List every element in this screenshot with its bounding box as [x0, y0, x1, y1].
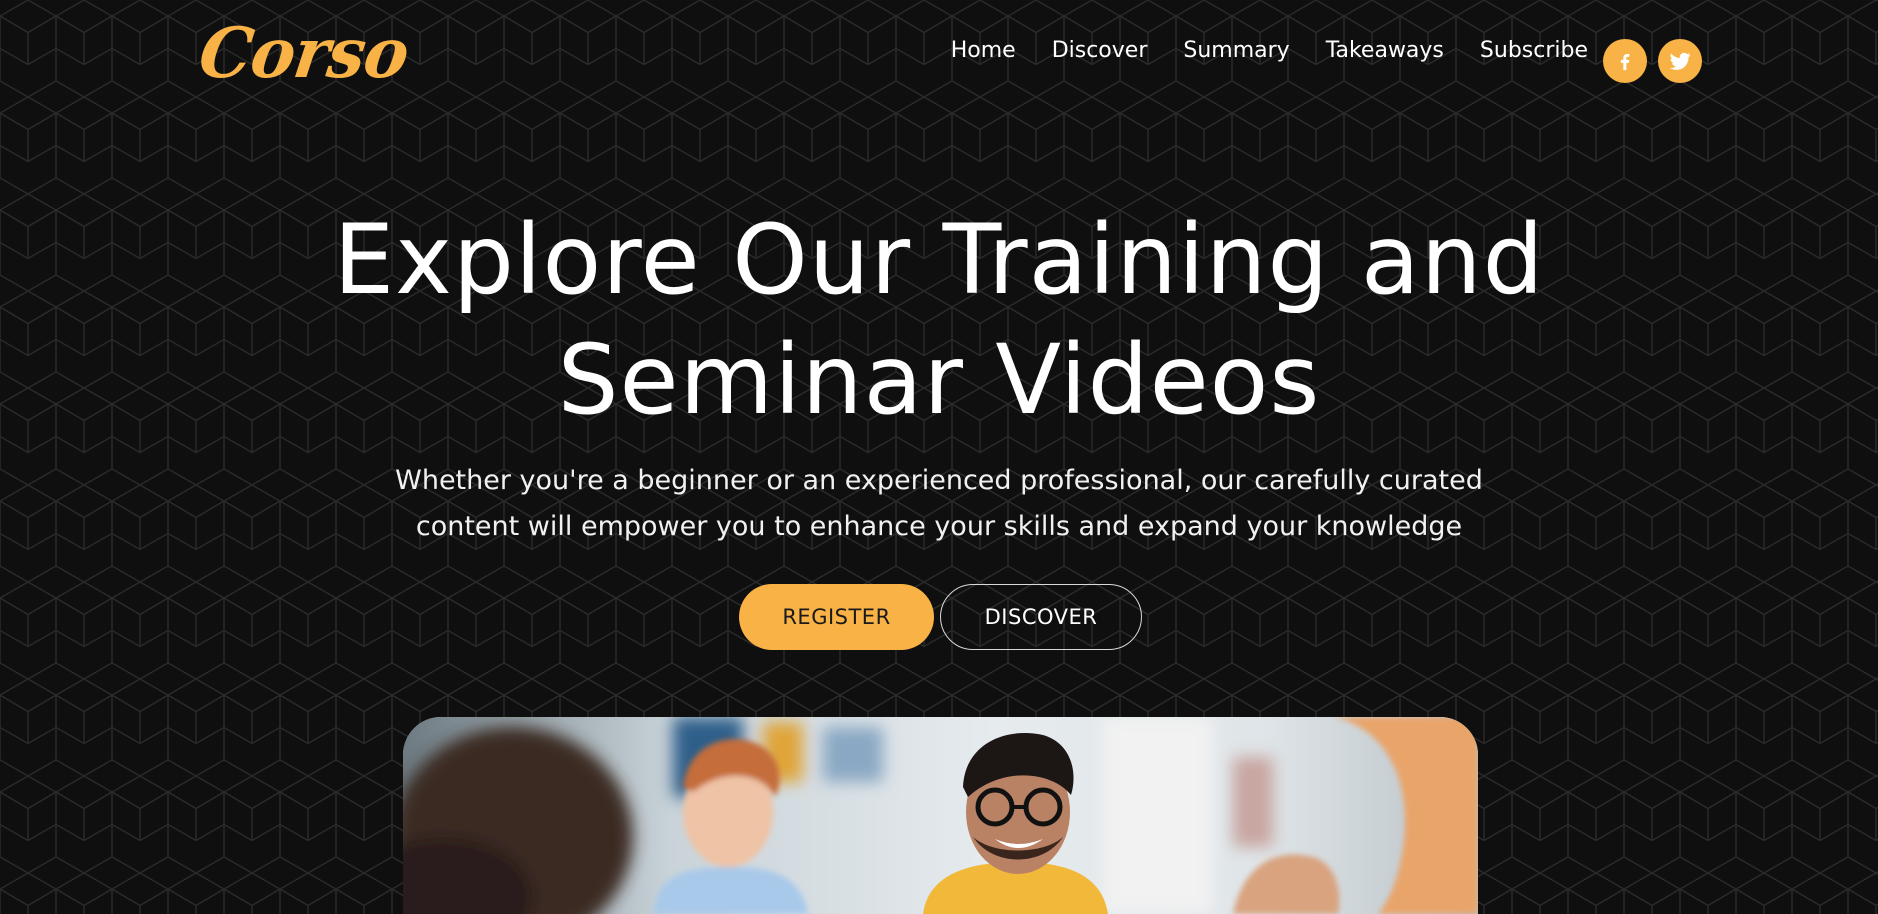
twitter-button[interactable] — [1658, 39, 1702, 83]
nav-item-discover[interactable]: Discover — [1052, 40, 1148, 62]
brand-logo[interactable]: Corso — [194, 12, 413, 94]
facebook-icon — [1620, 53, 1630, 71]
landing-page: Corso Home Discover Summary Takeaways Su… — [0, 0, 1878, 914]
hero-title: Explore Our Training and Seminar Videos — [0, 200, 1878, 440]
nav-item-home[interactable]: Home — [951, 40, 1016, 62]
team-meeting-photo — [403, 717, 1478, 914]
nav-item-subscribe[interactable]: Subscribe — [1480, 40, 1588, 62]
hero-subtitle-line-2: content will empower you to enhance your… — [415, 511, 1463, 542]
nav-item-takeaways[interactable]: Takeaways — [1326, 40, 1444, 62]
register-button[interactable]: REGISTER — [739, 584, 934, 650]
main-nav: Home Discover Summary Takeaways Subscrib… — [951, 40, 1588, 62]
discover-button[interactable]: DISCOVER — [940, 584, 1142, 650]
nav-item-summary[interactable]: Summary — [1183, 40, 1289, 62]
twitter-icon — [1669, 52, 1691, 70]
hero-title-line-1: Explore Our Training and — [333, 204, 1545, 316]
social-links — [1603, 39, 1702, 83]
hero-subtitle: Whether you're a beginner or an experien… — [389, 458, 1489, 550]
hero-title-line-2: Seminar Videos — [557, 324, 1321, 436]
hero-subtitle-line-1: Whether you're a beginner or an experien… — [395, 465, 1483, 496]
facebook-button[interactable] — [1603, 39, 1647, 83]
